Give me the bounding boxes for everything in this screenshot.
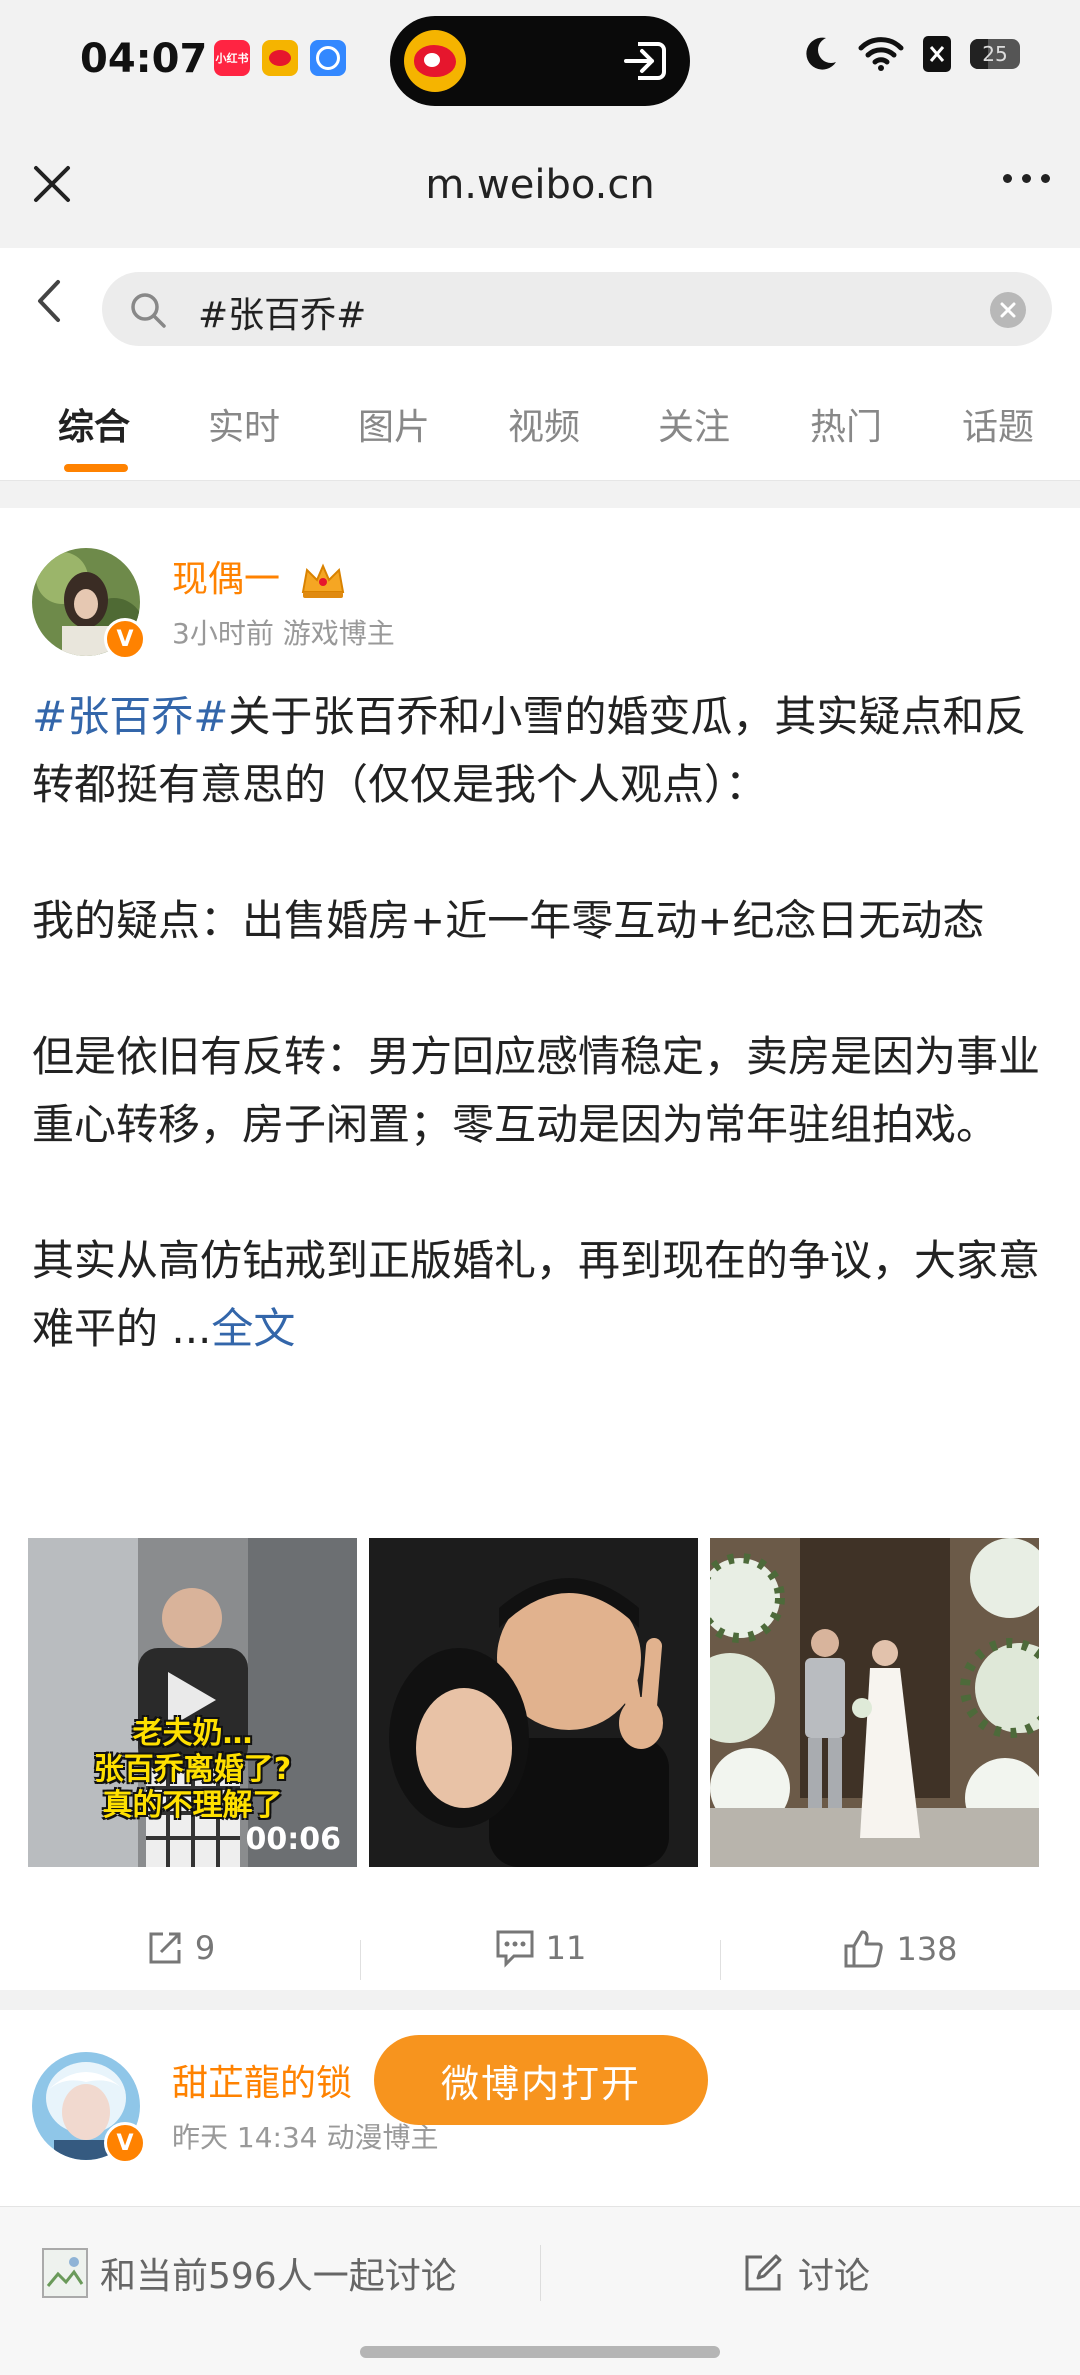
image-thumbnail[interactable] <box>710 1538 1039 1867</box>
read-more-link[interactable]: 全文 <box>211 1304 295 1353</box>
post-actions: 9 11 138 <box>0 1928 1080 1990</box>
active-tab-indicator <box>64 464 128 472</box>
search-input[interactable]: #张百乔# <box>198 286 366 338</box>
comment-count: 11 <box>545 1929 587 1967</box>
search-box[interactable]: #张百乔# <box>102 272 1052 346</box>
browser-url: m.weibo.cn <box>425 162 655 208</box>
browser-toolbar: m.weibo.cn <box>0 122 1080 248</box>
discussion-count[interactable]: 和当前596人一起讨论 <box>42 2247 457 2299</box>
comment-button[interactable]: 11 <box>360 1928 720 1968</box>
post-body: #张百乔#关于张百乔和小雪的婚变瓜，其实疑点和反转都挺有意思的（仅仅是我个人观点… <box>32 683 1048 1363</box>
image-thumbnail[interactable] <box>369 1538 698 1867</box>
edit-icon <box>745 2254 782 2291</box>
hashtag-link[interactable]: #张百乔# <box>32 692 228 741</box>
baidu-icon <box>310 40 346 76</box>
author-name[interactable]: 甜芷龍的锁 <box>172 2054 352 2106</box>
verified-badge-icon: V <box>104 2122 146 2164</box>
exit-arrow-icon <box>624 42 666 80</box>
crown-icon <box>302 563 345 598</box>
like-count: 138 <box>896 1930 958 1968</box>
repost-count: 9 <box>194 1929 216 1967</box>
discuss-button[interactable]: 讨论 <box>742 2247 870 2299</box>
post-paragraph: 我的疑点：出售婚房+近一年零互动+纪念日无动态 <box>32 896 985 945</box>
video-caption: 老夫奶… 张百乔离婚了? 真的不理解了 <box>93 1716 292 1823</box>
xiaohongshu-icon: 小红书 <box>214 40 250 76</box>
home-indicator[interactable] <box>360 2346 720 2358</box>
post-meta: 昨天 14:34 动漫博主 <box>172 2121 439 2154</box>
status-time: 04:07 <box>80 36 208 82</box>
tab-following[interactable]: 关注 <box>658 398 730 450</box>
post-meta: 3小时前 游戏博主 <box>172 617 395 650</box>
filter-tabs: 综合 实时 图片 视频 关注 热门 话题 <box>0 356 1080 481</box>
open-in-weibo-button[interactable]: 微博内打开 <box>374 2035 708 2125</box>
post-paragraph: 其实从高仿钻戒到正版婚礼，再到现在的争议，大家意难平的 ... <box>32 1236 1041 1353</box>
tab-comprehensive[interactable]: 综合 <box>58 398 130 450</box>
tab-topics[interactable]: 话题 <box>962 398 1034 450</box>
verified-badge-icon: V <box>104 618 146 660</box>
clear-search-icon[interactable] <box>990 292 1026 328</box>
repost-icon <box>149 1932 181 1964</box>
battery-icon: 25 <box>970 39 1020 69</box>
wifi-icon <box>858 37 904 71</box>
author-name[interactable]: 现偶一 <box>172 550 347 602</box>
video-duration: 00:06 <box>245 1822 342 1857</box>
status-right: 25 <box>800 34 1020 74</box>
status-bar: 04:07 小红书 25 <box>0 0 1080 122</box>
tab-realtime[interactable]: 实时 <box>208 398 280 450</box>
status-app-badges: 小红书 <box>214 40 346 76</box>
search-row: #张百乔# <box>0 248 1080 356</box>
tab-images[interactable]: 图片 <box>358 398 430 450</box>
video-thumbnail[interactable]: 老夫奶… 张百乔离婚了? 真的不理解了 00:06 <box>28 1538 357 1867</box>
media-grid: 老夫奶… 张百乔离婚了? 真的不理解了 00:06 <box>28 1538 1039 1867</box>
back-arrow-icon[interactable] <box>34 278 64 324</box>
tab-hot[interactable]: 热门 <box>810 398 882 450</box>
weibo-logo-icon <box>404 30 466 92</box>
post-paragraph: 但是依旧有反转：男方回应感情稳定，卖房是因为事业重心转移，房子闲置；零互动是因为… <box>32 1032 1041 1149</box>
sim-icon <box>923 36 951 72</box>
search-icon <box>131 293 166 328</box>
thumbs-up-icon <box>844 1930 884 1968</box>
tab-videos[interactable]: 视频 <box>508 398 580 450</box>
weibo-icon <box>262 40 298 76</box>
repost-button[interactable]: 9 <box>0 1928 360 1968</box>
post-card[interactable]: V 现偶一 3小时前 游戏博主 #张百乔#关于张百乔和小雪的婚变瓜，其实疑点和反… <box>0 508 1080 1990</box>
like-button[interactable]: 138 <box>720 1928 1080 1970</box>
dynamic-island[interactable] <box>390 16 690 106</box>
broken-image-icon <box>42 2248 88 2298</box>
more-options-icon[interactable] <box>1003 174 1050 183</box>
moon-icon <box>806 37 836 70</box>
comment-icon <box>496 1930 534 1968</box>
